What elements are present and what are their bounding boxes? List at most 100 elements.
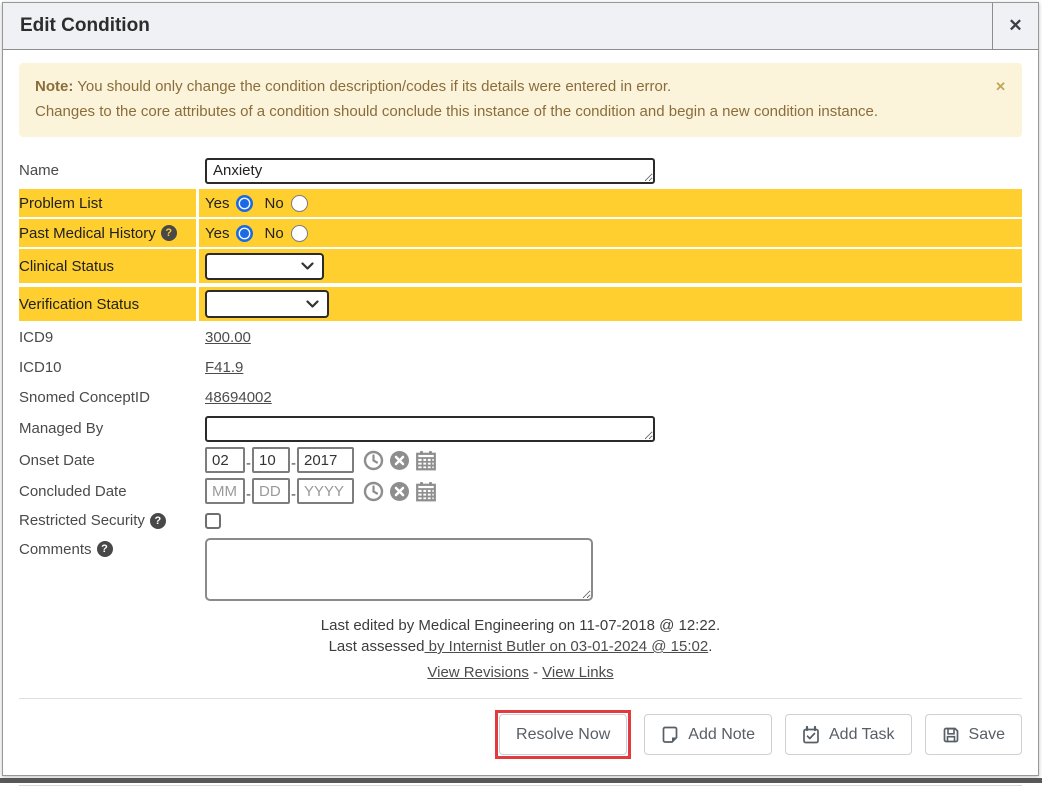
icd9-code-link[interactable]: 300.00 <box>205 329 251 346</box>
date-separator: - <box>291 455 296 472</box>
concluded-year-input[interactable] <box>297 478 354 504</box>
concluded-day-input[interactable] <box>252 478 290 504</box>
calendar-icon[interactable] <box>415 481 437 502</box>
comments-input[interactable] <box>205 538 593 601</box>
snomed-code-link[interactable]: 48694002 <box>205 389 272 406</box>
dialog-body: Note: You should only change the conditi… <box>3 50 1038 786</box>
audit-info: Last edited by Medical Engineering on 11… <box>19 615 1022 657</box>
icd10-label: ICD10 <box>19 359 62 376</box>
restricted-security-checkbox[interactable] <box>205 513 221 529</box>
add-task-button[interactable]: Add Task <box>785 714 912 755</box>
date-separator: - <box>291 486 296 503</box>
pmh-no-radio[interactable] <box>291 225 308 242</box>
icd10-code-link[interactable]: F41.9 <box>205 359 243 376</box>
comments-row: Comments ? <box>19 538 1022 601</box>
close-button[interactable]: ✕ <box>992 3 1038 49</box>
problem-list-yes-radio[interactable] <box>236 195 253 212</box>
view-links-link[interactable]: View Links <box>542 664 613 681</box>
save-icon <box>942 726 960 744</box>
dialog-title: Edit Condition <box>3 3 992 49</box>
past-medical-history-row: Past Medical History ? Yes No <box>19 219 1022 247</box>
icd9-label: ICD9 <box>19 329 53 346</box>
restricted-security-label: Restricted Security <box>19 512 145 529</box>
onset-day-input[interactable] <box>252 447 290 473</box>
clock-icon[interactable] <box>363 450 384 471</box>
save-label: Save <box>969 725 1005 744</box>
clinical-status-label: Clinical Status <box>19 258 114 275</box>
name-row: Name Anxiety <box>19 154 1022 187</box>
note-dismiss-button[interactable]: ✕ <box>995 74 1006 99</box>
problem-list-yes-label: Yes <box>205 195 229 212</box>
help-icon[interactable]: ? <box>161 225 177 241</box>
managed-by-row: Managed By <box>19 413 1022 444</box>
name-input[interactable]: Anxiety <box>205 158 655 184</box>
clear-date-icon[interactable] <box>389 481 410 502</box>
onset-date-row: Onset Date - - <box>19 445 1022 475</box>
last-edited-text: Last edited by Medical Engineering on 11… <box>19 615 1022 636</box>
problem-list-no-label: No <box>264 195 283 212</box>
name-label: Name <box>19 162 59 179</box>
problem-list-row: Problem List Yes No <box>19 189 1022 217</box>
note-line2: Changes to the core attributes of a cond… <box>35 103 878 120</box>
note-banner: Note: You should only change the conditi… <box>19 63 1022 137</box>
links-separator: - <box>529 664 542 681</box>
clock-icon[interactable] <box>363 481 384 502</box>
managed-by-label: Managed By <box>19 420 103 437</box>
verification-status-select[interactable] <box>205 290 329 318</box>
condition-form: Name Anxiety Problem List Yes No Past Me… <box>19 154 1022 601</box>
icd10-row: ICD10 F41.9 <box>19 353 1022 382</box>
resolve-now-label: Resolve Now <box>516 725 610 744</box>
comments-label: Comments <box>19 541 92 558</box>
last-assessed-prefix: Last assessed <box>329 638 425 655</box>
dialog-header: Edit Condition ✕ <box>3 3 1038 50</box>
resolve-now-annotation: Resolve Now <box>495 710 631 759</box>
chevron-down-icon <box>306 300 319 308</box>
close-icon: ✕ <box>1008 16 1022 36</box>
last-edited-label: Last edited by Medical Engineering on 11… <box>321 617 720 634</box>
save-button[interactable]: Save <box>925 714 1022 755</box>
snomed-row: Snomed ConceptID 48694002 <box>19 383 1022 412</box>
clear-date-icon[interactable] <box>389 450 410 471</box>
snomed-label: Snomed ConceptID <box>19 389 150 406</box>
revision-links: View Revisions - View Links <box>19 664 1022 681</box>
resolve-now-button[interactable]: Resolve Now <box>499 714 627 755</box>
last-assessed-text: Last assessed by Internist Butler on 03-… <box>19 636 1022 657</box>
icd9-row: ICD9 300.00 <box>19 323 1022 352</box>
past-medical-history-label: Past Medical History <box>19 225 156 242</box>
date-separator: - <box>246 486 251 503</box>
add-task-label: Add Task <box>829 725 895 744</box>
clinical-status-row: Clinical Status <box>19 249 1022 283</box>
edit-condition-dialog: Edit Condition ✕ Note: You should only c… <box>2 2 1039 776</box>
calendar-check-icon <box>802 726 820 744</box>
pmh-yes-radio[interactable] <box>236 225 253 242</box>
last-assessed-link[interactable]: by Internist Butler on 03-01-2024 @ 15:0… <box>424 638 708 655</box>
note-prefix: Note: <box>35 78 73 95</box>
problem-list-label: Problem List <box>19 195 102 212</box>
chevron-down-icon <box>301 262 314 270</box>
onset-date-label: Onset Date <box>19 452 95 469</box>
page-background-strip <box>0 778 1042 783</box>
clinical-status-select[interactable] <box>205 253 324 280</box>
calendar-icon[interactable] <box>415 450 437 471</box>
view-revisions-link[interactable]: View Revisions <box>427 664 528 681</box>
footer-buttons: Resolve Now Add Note Add Task Save <box>19 699 1022 759</box>
managed-by-input[interactable] <box>205 416 655 442</box>
verification-status-row: Verification Status <box>19 287 1022 321</box>
last-assessed-period: . <box>708 638 712 655</box>
onset-month-input[interactable] <box>205 447 245 473</box>
verification-status-label: Verification Status <box>19 296 139 313</box>
pmh-no-label: No <box>264 225 283 242</box>
help-icon[interactable]: ? <box>150 513 166 529</box>
problem-list-no-radio[interactable] <box>291 195 308 212</box>
add-note-button[interactable]: Add Note <box>644 714 772 755</box>
add-note-label: Add Note <box>688 725 755 744</box>
onset-year-input[interactable] <box>297 447 354 473</box>
help-icon[interactable]: ? <box>97 541 113 557</box>
date-separator: - <box>246 455 251 472</box>
note-line1: You should only change the condition des… <box>77 78 671 95</box>
pmh-yes-label: Yes <box>205 225 229 242</box>
concluded-date-row: Concluded Date - - <box>19 476 1022 506</box>
note-icon <box>661 726 679 744</box>
concluded-month-input[interactable] <box>205 478 245 504</box>
concluded-date-label: Concluded Date <box>19 483 127 500</box>
